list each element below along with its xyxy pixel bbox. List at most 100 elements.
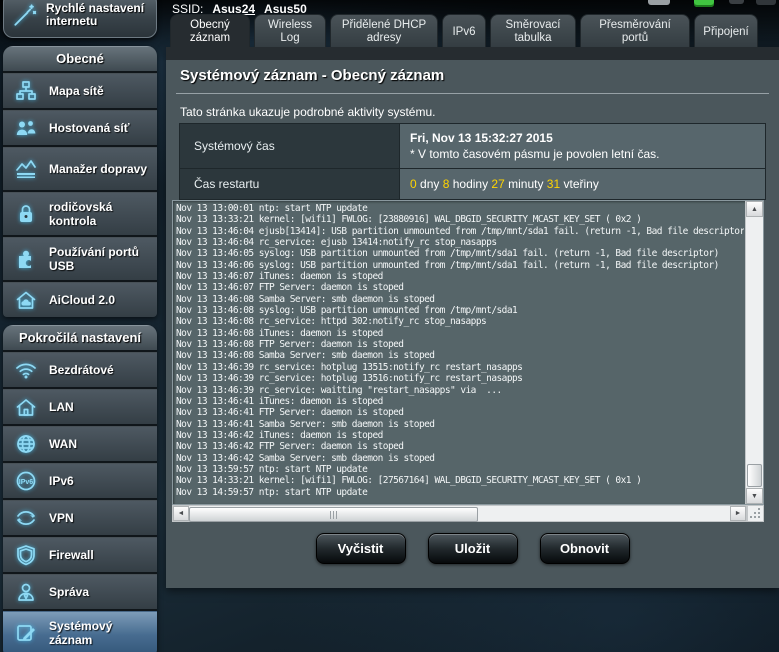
vpn-icon (12, 504, 40, 532)
administration-icon (12, 578, 40, 606)
action-buttons: Vyčistit Uložit Obnovit (166, 533, 779, 564)
table-row-uptime: Čas restartu 0 dny 8 hodiny 27 minuty 31… (180, 169, 765, 199)
system-log-icon (12, 619, 40, 647)
sidebar-item-label: Hostovaná síť (49, 121, 129, 135)
quick-internet-setup-button[interactable]: Rychlé nastavení internetu (3, 0, 157, 38)
sidebar-item-label: IPv6 (49, 474, 74, 488)
sidebar-item-label: AiCloud 2.0 (49, 293, 115, 307)
system-log-text: Nov 13 13:00:01 ntp: start NTP update No… (176, 203, 744, 502)
scroll-right-button[interactable]: ► (730, 506, 746, 521)
tab-routing-table[interactable]: Směrovací tabulka (490, 14, 576, 47)
tab-ipv6[interactable]: IPv6 (442, 14, 486, 47)
v-scroll-thumb[interactable] (747, 464, 762, 487)
h-scrollbar[interactable]: ◄ ► (172, 505, 747, 522)
sidebar-item-guest-network[interactable]: Hostovaná síť (3, 110, 157, 147)
scrollbar-corner (747, 505, 764, 522)
refresh-button[interactable]: Obnovit (540, 533, 630, 564)
sidebar-section-title: Pokročilá nastavení (3, 325, 157, 352)
scroll-up-button[interactable]: ▲ (746, 201, 763, 217)
traffic-manager-icon (12, 155, 40, 183)
sidebar-item-label: rodičovská kontrola (49, 200, 153, 228)
page-description: Tato stránka ukazuje podrobné aktivity s… (180, 105, 435, 119)
guest-network-icon (12, 114, 40, 142)
log-tabs: Obecný záznam Wireless Log Přidělené DHC… (170, 14, 758, 47)
system-info-table: Systémový čas Fri, Nov 13 15:32:27 2015 … (179, 123, 766, 200)
row-label: Systémový čas (180, 124, 400, 168)
sidebar-item-label: Bezdrátové (49, 363, 114, 377)
sidebar-item-label: Manažer dopravy (49, 162, 147, 176)
wireless-icon (12, 356, 40, 384)
system-time-value: Fri, Nov 13 15:32:27 2015 (410, 131, 755, 145)
sidebar-item-wireless[interactable]: Bezdrátové (3, 352, 157, 389)
tab-label: Připojení (703, 26, 748, 39)
row-value: Fri, Nov 13 15:32:27 2015 * V tomto časo… (400, 124, 765, 168)
svg-text:IPv6: IPv6 (19, 479, 34, 486)
sidebar-item-label: Správa (49, 585, 89, 599)
firewall-icon (12, 541, 40, 569)
sidebar-item-usb-application[interactable]: Používání portů USB (3, 237, 157, 282)
aicloud-icon (12, 286, 40, 314)
sidebar-item-label: Mapa sítě (49, 84, 104, 98)
toolbar-icon-partial-2[interactable] (729, 0, 744, 4)
sidebar-item-network-map[interactable]: Mapa sítě (3, 73, 157, 110)
title-divider (176, 93, 769, 94)
system-log-textarea[interactable]: Nov 13 13:00:01 ntp: start NTP update No… (172, 200, 764, 505)
lan-icon (12, 393, 40, 421)
tab-label: Přesměrování portů (585, 19, 685, 45)
resize-grip[interactable] (758, 516, 760, 518)
sidebar: Rychlé nastavení internetu Obecné Mapa s… (3, 0, 157, 652)
sidebar-item-traffic-manager[interactable]: Manažer dopravy (3, 147, 157, 192)
tab-strip (166, 47, 779, 60)
sidebar-section-advanced: Pokročilá nastavení Bezdrátové LAN WAN (3, 325, 157, 652)
sidebar-section-general: Obecné Mapa sítě Hostovaná síť Manažer d… (3, 46, 157, 317)
network-map-icon (12, 77, 40, 105)
tab-connections[interactable]: Připojení (694, 14, 758, 47)
tab-label: Obecný záznam (175, 19, 245, 45)
tab-port-forwarding[interactable]: Přesměrování portů (580, 14, 690, 47)
clear-button[interactable]: Vyčistit (316, 533, 406, 564)
sidebar-item-system-log[interactable]: Systémový záznam (3, 611, 157, 652)
sidebar-item-label: WAN (49, 437, 77, 451)
sidebar-item-aicloud[interactable]: AiCloud 2.0 (3, 282, 157, 317)
sidebar-item-wan[interactable]: WAN (3, 426, 157, 463)
tab-wireless-log[interactable]: Wireless Log (254, 14, 326, 47)
tab-label: Přidělené DHCP adresy (335, 19, 433, 45)
ipv6-icon: IPv6 (12, 467, 40, 495)
sidebar-item-label: Firewall (49, 548, 94, 562)
usb-app-icon (12, 245, 40, 273)
scroll-left-button[interactable]: ◄ (173, 506, 189, 521)
tab-dhcp-leases[interactable]: Přidělené DHCP adresy (330, 14, 438, 47)
content-panel: Systémový záznam - Obecný záznam Tato st… (166, 47, 779, 588)
sidebar-item-vpn[interactable]: VPN (3, 500, 157, 537)
tab-label: Wireless Log (259, 19, 321, 45)
toolbar-icon-partial-3[interactable] (756, 0, 776, 5)
wan-icon (12, 430, 40, 458)
uptime-value: 0 dny 8 hodiny 27 minuty 31 vteřiny (410, 177, 755, 191)
thumb-grip (333, 511, 334, 519)
dst-note: * V tomto časovém pásmu je povolen letní… (410, 147, 755, 161)
sidebar-item-ipv6[interactable]: IPv6 IPv6 (3, 463, 157, 500)
sidebar-item-label: Systémový záznam (49, 619, 153, 647)
sidebar-item-label: LAN (49, 400, 74, 414)
sidebar-item-firewall[interactable]: Firewall (3, 537, 157, 574)
sidebar-section-title: Obecné (3, 46, 157, 73)
toolbar-icon-partial-1[interactable] (648, 0, 670, 5)
tab-label: IPv6 (452, 26, 475, 39)
sidebar-item-parental-controls[interactable]: rodičovská kontrola (3, 192, 157, 237)
scroll-down-button[interactable]: ▼ (746, 488, 763, 504)
tab-general-log[interactable]: Obecný záznam (170, 14, 250, 47)
magic-wand-icon (10, 1, 38, 29)
save-button[interactable]: Uložit (428, 533, 518, 564)
parental-controls-icon (12, 200, 40, 228)
sidebar-item-lan[interactable]: LAN (3, 389, 157, 426)
sidebar-item-label: VPN (49, 511, 74, 525)
table-row-system-time: Systémový čas Fri, Nov 13 15:32:27 2015 … (180, 124, 765, 169)
v-scrollbar[interactable]: ▲ ▼ (745, 201, 763, 504)
quick-setup-label: Rychlé nastavení internetu (46, 2, 150, 28)
sidebar-item-label: Používání portů USB (49, 245, 153, 273)
row-label: Čas restartu (180, 169, 400, 199)
internet-status-icon[interactable] (694, 0, 714, 7)
sidebar-item-administration[interactable]: Správa (3, 574, 157, 611)
h-scroll-thumb[interactable] (189, 507, 478, 522)
tab-label: Směrovací tabulka (495, 19, 571, 45)
